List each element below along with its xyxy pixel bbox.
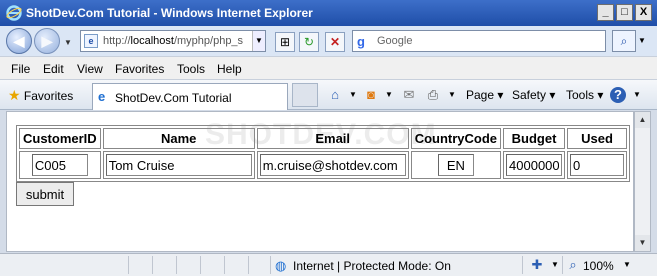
compatibility-view-icon[interactable]: ⊞ (275, 32, 295, 52)
header-name: Name (102, 128, 255, 149)
status-bar: ◍ Internet | Protected Mode: On ✚ ▼ ⌕ 10… (0, 253, 657, 276)
menu-tools[interactable]: Tools (177, 62, 205, 76)
status-divider (200, 256, 201, 274)
zoom-icon[interactable]: ⌕ (564, 256, 582, 274)
help-dropdown-icon[interactable]: ▼ (628, 86, 646, 104)
customerid-input[interactable] (31, 154, 88, 176)
status-divider (152, 256, 153, 274)
zoom-level[interactable]: 100% (583, 259, 614, 273)
email-input[interactable] (259, 154, 406, 176)
google-icon: g (357, 34, 365, 49)
read-mail-icon[interactable]: ✉ (400, 86, 418, 104)
menu-file[interactable]: File (11, 62, 30, 76)
address-toolbar: ◀ ▶ ▼ e http://localhost/myphp/php_sq ▼ … (0, 26, 657, 56)
browser-tab[interactable]: e ShotDev.Com Tutorial (92, 83, 288, 110)
zoom-dropdown-icon[interactable]: ▼ (618, 256, 636, 274)
print-dropdown-icon[interactable]: ▼ (443, 86, 461, 104)
header-budget: Budget (503, 128, 566, 149)
favorites-button[interactable]: ★ Favorites (8, 87, 73, 104)
header-used: Used (567, 128, 628, 149)
security-settings-icon[interactable]: ✚ (528, 256, 546, 274)
tab-title: ShotDev.Com Tutorial (115, 91, 232, 105)
address-url[interactable]: http://localhost/myphp/php_sq (103, 35, 243, 47)
status-divider (176, 256, 177, 274)
search-button[interactable]: ⌕ (612, 30, 636, 52)
header-email: Email (256, 128, 409, 149)
search-options-dropdown-icon[interactable]: ▼ (638, 36, 646, 45)
status-divider (224, 256, 225, 274)
favorites-label: Favorites (23, 89, 74, 103)
new-tab-button[interactable] (292, 83, 318, 107)
ie-tab-icon: e (98, 89, 106, 104)
address-bar[interactable]: e http://localhost/myphp/php_sq ▼ (80, 30, 266, 52)
home-icon[interactable]: ⌂ (326, 86, 344, 104)
star-icon: ★ (8, 87, 21, 103)
customer-form-table: CustomerID Name Email CountryCode Budget… (16, 125, 631, 182)
history-dropdown-icon[interactable]: ▼ (64, 38, 72, 47)
menu-bar: File Edit View Favorites Tools Help (0, 56, 657, 80)
minimize-button[interactable]: _ (597, 4, 614, 21)
window-title: ShotDev.Com Tutorial - Windows Internet … (26, 6, 313, 20)
table-row (19, 151, 628, 179)
menu-view[interactable]: View (77, 62, 103, 76)
status-divider (128, 256, 129, 274)
cell-budget (503, 151, 566, 179)
budget-input[interactable] (506, 154, 563, 176)
table-header-row: CustomerID Name Email CountryCode Budget… (19, 128, 628, 149)
status-divider (562, 256, 563, 274)
status-divider (270, 256, 271, 274)
used-input[interactable] (570, 154, 625, 176)
name-input[interactable] (105, 154, 252, 176)
back-arrow-icon: ◀ (13, 33, 25, 49)
submit-button[interactable]: submit (16, 182, 74, 206)
countrycode-input[interactable] (437, 154, 474, 176)
safety-menu[interactable]: Safety ▾ (512, 88, 555, 102)
menu-help[interactable]: Help (217, 62, 242, 76)
refresh-icon[interactable]: ↻ (299, 32, 319, 52)
cell-countrycode (410, 151, 502, 179)
home-dropdown-icon[interactable]: ▼ (344, 86, 362, 104)
header-countrycode: CountryCode (410, 128, 502, 149)
cell-name (102, 151, 255, 179)
header-customerid: CustomerID (19, 128, 101, 149)
cell-email (256, 151, 409, 179)
stop-icon[interactable]: ✕ (325, 32, 345, 52)
cell-customerid (19, 151, 101, 179)
search-box[interactable]: g Google (352, 30, 606, 52)
status-divider (522, 256, 523, 274)
ie-logo-icon (6, 5, 22, 21)
forward-button[interactable]: ▶ (34, 28, 60, 54)
page-content: SHOTDEV.COM CustomerID Name Email Countr… (6, 111, 634, 252)
status-zone-text[interactable]: Internet | Protected Mode: On (293, 259, 451, 273)
feeds-dropdown-icon[interactable]: ▼ (380, 86, 398, 104)
command-bar: ★ Favorites e ShotDev.Com Tutorial ⌂ ▼ ◙… (0, 80, 657, 110)
print-icon[interactable]: ⎙ (424, 86, 442, 104)
back-button[interactable]: ◀ (6, 28, 32, 54)
search-icon: ⌕ (620, 34, 628, 48)
help-icon[interactable]: ? (610, 87, 626, 103)
address-dropdown-icon[interactable]: ▼ (252, 31, 265, 51)
maximize-button[interactable]: □ (616, 4, 633, 21)
feeds-icon[interactable]: ◙ (362, 86, 380, 104)
page-icon: e (84, 34, 98, 48)
search-input[interactable]: Google (377, 35, 412, 47)
page-menu[interactable]: Page ▾ (466, 88, 503, 102)
internet-zone-icon: ◍ (275, 258, 287, 273)
vertical-scrollbar[interactable]: ▲ ▼ (634, 111, 651, 252)
menu-edit[interactable]: Edit (43, 62, 64, 76)
status-divider (248, 256, 249, 274)
menu-favorites[interactable]: Favorites (115, 62, 164, 76)
forward-arrow-icon: ▶ (41, 33, 53, 49)
cell-used (567, 151, 628, 179)
scroll-down-icon[interactable]: ▼ (635, 235, 650, 251)
close-button[interactable]: X (635, 4, 652, 21)
tools-menu[interactable]: Tools ▾ (566, 88, 603, 102)
scroll-up-icon[interactable]: ▲ (635, 112, 650, 128)
window-titlebar: ShotDev.Com Tutorial - Windows Internet … (0, 0, 657, 26)
